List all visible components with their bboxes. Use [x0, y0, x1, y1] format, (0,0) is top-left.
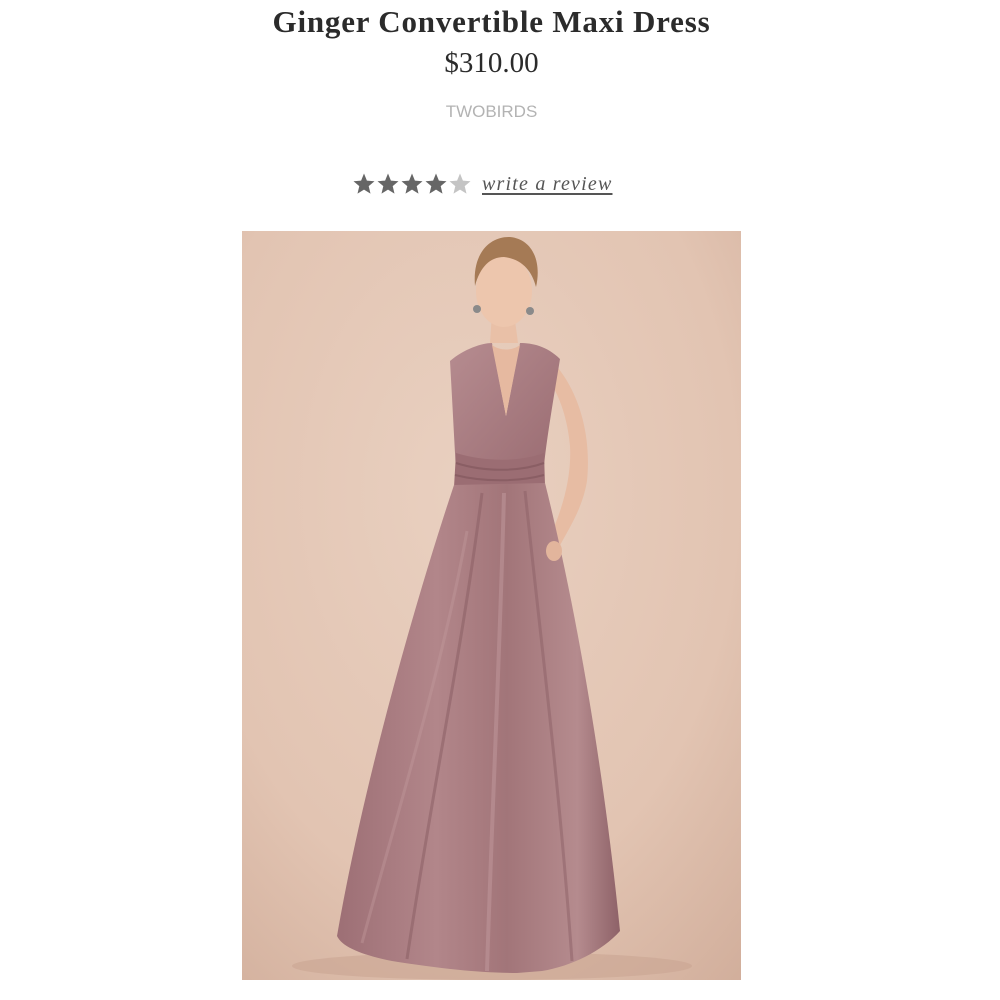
write-review-link[interactable]: write a review	[482, 173, 612, 196]
product-page: Ginger Convertible Maxi Dress $310.00 TW…	[0, 0, 1000, 1000]
star-icon	[401, 173, 423, 194]
rating-row: write a review	[352, 170, 612, 198]
product-title: Ginger Convertible Maxi Dress	[272, 4, 711, 39]
product-image[interactable]	[242, 231, 741, 980]
product-price: $310.00	[444, 47, 539, 79]
star-icon	[353, 173, 375, 194]
star-rating	[352, 172, 472, 196]
star-icon	[449, 173, 471, 194]
dress-photo	[242, 231, 741, 980]
product-brand[interactable]: TWOBIRDS	[0, 102, 983, 122]
star-icon	[377, 173, 399, 194]
star-icon	[425, 173, 447, 194]
